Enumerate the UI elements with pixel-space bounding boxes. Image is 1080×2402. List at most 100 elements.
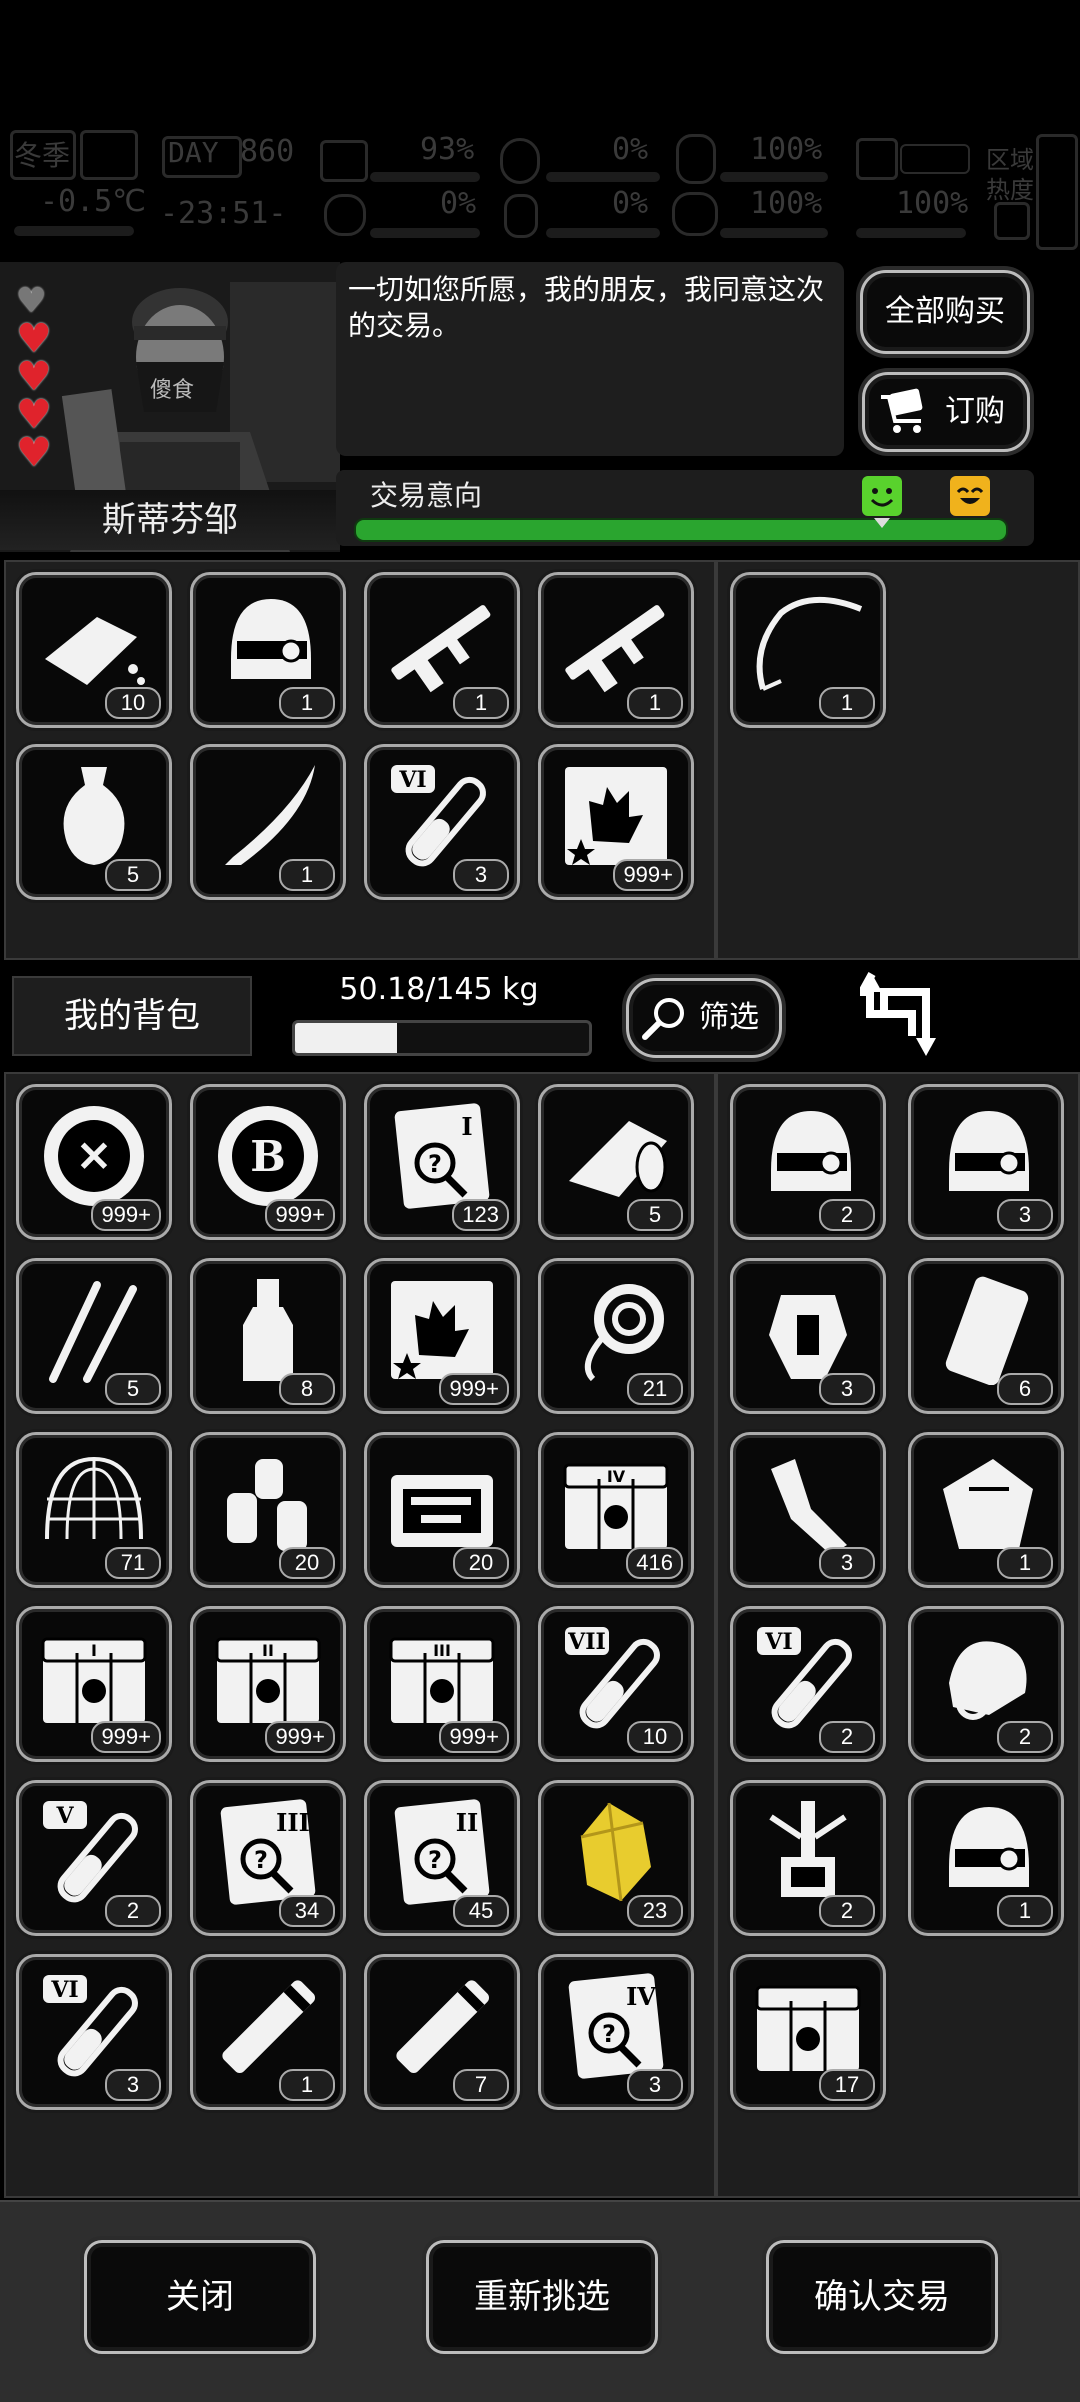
item-slot[interactable]: 23 bbox=[538, 1780, 694, 1936]
svg-text:傻食: 傻食 bbox=[150, 378, 194, 403]
item-slot[interactable]: IV ? 3 bbox=[538, 1954, 694, 2110]
item-slot[interactable]: VI 3 bbox=[16, 1954, 172, 2110]
close-button[interactable]: 关闭 bbox=[84, 2240, 316, 2354]
stat2-value: 0% bbox=[440, 186, 477, 221]
item-slot[interactable]: 1 bbox=[190, 744, 346, 900]
item-slot[interactable]: II ? 45 bbox=[364, 1780, 520, 1936]
item-slot[interactable]: IV 416 bbox=[538, 1432, 694, 1588]
item-quantity: 3 bbox=[819, 1547, 875, 1579]
stomach-icon bbox=[500, 138, 540, 184]
svg-text:I: I bbox=[461, 1112, 472, 1141]
gauntlet-icon bbox=[943, 1459, 1033, 1549]
item-quantity: 5 bbox=[627, 1199, 683, 1231]
item-slot[interactable]: 17 bbox=[730, 1954, 886, 2110]
svg-text:I: I bbox=[91, 1641, 97, 1660]
svg-text:✕: ✕ bbox=[76, 1132, 111, 1181]
heart-empty-icon: ♥ bbox=[16, 281, 47, 321]
item-slot[interactable]: 1 bbox=[190, 572, 346, 728]
armor-plate-icon bbox=[945, 1276, 1029, 1385]
item-slot[interactable]: 3 bbox=[908, 1084, 1064, 1240]
item-slot[interactable]: 7 bbox=[364, 1954, 520, 2110]
item-slot[interactable]: 2 bbox=[730, 1084, 886, 1240]
svg-text:V: V bbox=[55, 1803, 74, 1829]
swap-arrows-icon[interactable] bbox=[855, 970, 936, 1060]
item-slot[interactable]: II 999+ bbox=[190, 1606, 346, 1762]
item-slot[interactable]: 71 bbox=[16, 1432, 172, 1588]
order-button[interactable]: 订购 bbox=[862, 372, 1030, 452]
buy-all-button[interactable]: 全部购买 bbox=[860, 270, 1030, 354]
filter-button[interactable]: 筛选 bbox=[626, 978, 782, 1058]
svg-text:IV: IV bbox=[607, 1467, 626, 1486]
item-slot[interactable]: III ? 34 bbox=[190, 1780, 346, 1936]
item-slot[interactable]: I ? 123 bbox=[364, 1084, 520, 1240]
item-slot[interactable]: VII 10 bbox=[538, 1606, 694, 1762]
item-quantity: 3 bbox=[105, 2069, 161, 2101]
item-slot[interactable]: III 999+ bbox=[364, 1606, 520, 1762]
item-slot[interactable]: 20 bbox=[190, 1432, 346, 1588]
reselect-button[interactable]: 重新挑选 bbox=[426, 2240, 658, 2354]
item-slot[interactable]: 5 bbox=[16, 744, 172, 900]
item-slot[interactable]: ✕ 999+ bbox=[16, 1084, 172, 1240]
item-slot[interactable]: VI 2 bbox=[730, 1606, 886, 1762]
item-slot[interactable]: 2 bbox=[908, 1606, 1064, 1762]
item-slot[interactable]: 1 bbox=[908, 1432, 1064, 1588]
npc-name: 斯蒂芬邹 bbox=[0, 490, 340, 550]
unknown-map-i-icon: I ? bbox=[394, 1103, 490, 1209]
item-slot[interactable]: 5 bbox=[16, 1258, 172, 1414]
item-quantity: 5 bbox=[105, 1373, 161, 1405]
heat-meter bbox=[1036, 134, 1078, 250]
mask-icon bbox=[949, 1641, 1027, 1720]
order-label: 订购 bbox=[945, 394, 1005, 429]
svg-text:VI: VI bbox=[50, 1977, 78, 2003]
item-slot[interactable]: 2 bbox=[730, 1780, 886, 1936]
item-slot[interactable]: 8 bbox=[190, 1258, 346, 1414]
item-slot[interactable]: 999+ bbox=[364, 1258, 520, 1414]
item-slot[interactable]: 20 bbox=[364, 1432, 520, 1588]
svg-text:?: ? bbox=[602, 2020, 616, 2048]
combat-helmet-icon bbox=[949, 1807, 1029, 1887]
item-slot[interactable]: 999+ bbox=[538, 744, 694, 900]
unknown-map-iv-icon: IV ? bbox=[568, 1973, 664, 2079]
net-icon bbox=[45, 1456, 143, 1540]
tool-coin-icon: ✕ bbox=[44, 1106, 144, 1206]
item-slot[interactable]: 1 bbox=[730, 572, 886, 728]
item-slot[interactable]: 1 bbox=[908, 1780, 1064, 1936]
item-quantity: 7 bbox=[453, 2069, 509, 2101]
svg-text:?: ? bbox=[428, 1150, 442, 1178]
item-slot[interactable]: B 999+ bbox=[190, 1084, 346, 1240]
item-slot[interactable]: 21 bbox=[538, 1258, 694, 1414]
item-quantity: 20 bbox=[279, 1547, 335, 1579]
item-quantity: 999+ bbox=[91, 1199, 161, 1231]
friendship-hearts: ♥ ♥ ♥ ♥ ♥ bbox=[16, 281, 52, 473]
heart-filled-icon: ♥ bbox=[16, 316, 52, 362]
item-slot[interactable]: VI 3 bbox=[364, 744, 520, 900]
item-slot[interactable]: 1 bbox=[190, 1954, 346, 2110]
item-slot[interactable]: 3 bbox=[730, 1432, 886, 1588]
item-slot[interactable]: 5 bbox=[538, 1084, 694, 1240]
item-quantity: 999+ bbox=[439, 1721, 509, 1753]
speaker-icon[interactable] bbox=[994, 202, 1030, 240]
item-slot[interactable]: 10 bbox=[16, 572, 172, 728]
item-slot[interactable]: I 999+ bbox=[16, 1606, 172, 1762]
bitcoin-icon: B bbox=[218, 1106, 318, 1206]
crate-iv-icon: IV bbox=[563, 1463, 669, 1549]
item-quantity: 2 bbox=[819, 1895, 875, 1927]
item-slot[interactable]: V 2 bbox=[16, 1780, 172, 1936]
item-slot[interactable]: 1 bbox=[364, 572, 520, 728]
item-slot[interactable]: 1 bbox=[538, 572, 694, 728]
item-quantity: 2 bbox=[819, 1721, 875, 1753]
item-quantity: 2 bbox=[105, 1895, 161, 1927]
svg-text:II: II bbox=[456, 1808, 478, 1837]
trade-intent-panel: 交易意向 bbox=[336, 470, 1034, 546]
stat3-bar bbox=[546, 172, 660, 182]
gold-crystal-icon bbox=[580, 1802, 651, 1902]
bottle-icon bbox=[243, 1279, 293, 1381]
item-quantity: 1 bbox=[997, 1547, 1053, 1579]
svg-text:VI: VI bbox=[764, 1629, 792, 1655]
item-slot[interactable]: 6 bbox=[908, 1258, 1064, 1414]
item-slot[interactable]: 3 bbox=[730, 1258, 886, 1414]
cyber-helmet-icon bbox=[771, 1111, 851, 1191]
confirm-trade-button[interactable]: 确认交易 bbox=[766, 2240, 998, 2354]
svg-text:?: ? bbox=[254, 1846, 268, 1874]
helmet-hood-icon bbox=[231, 599, 311, 679]
